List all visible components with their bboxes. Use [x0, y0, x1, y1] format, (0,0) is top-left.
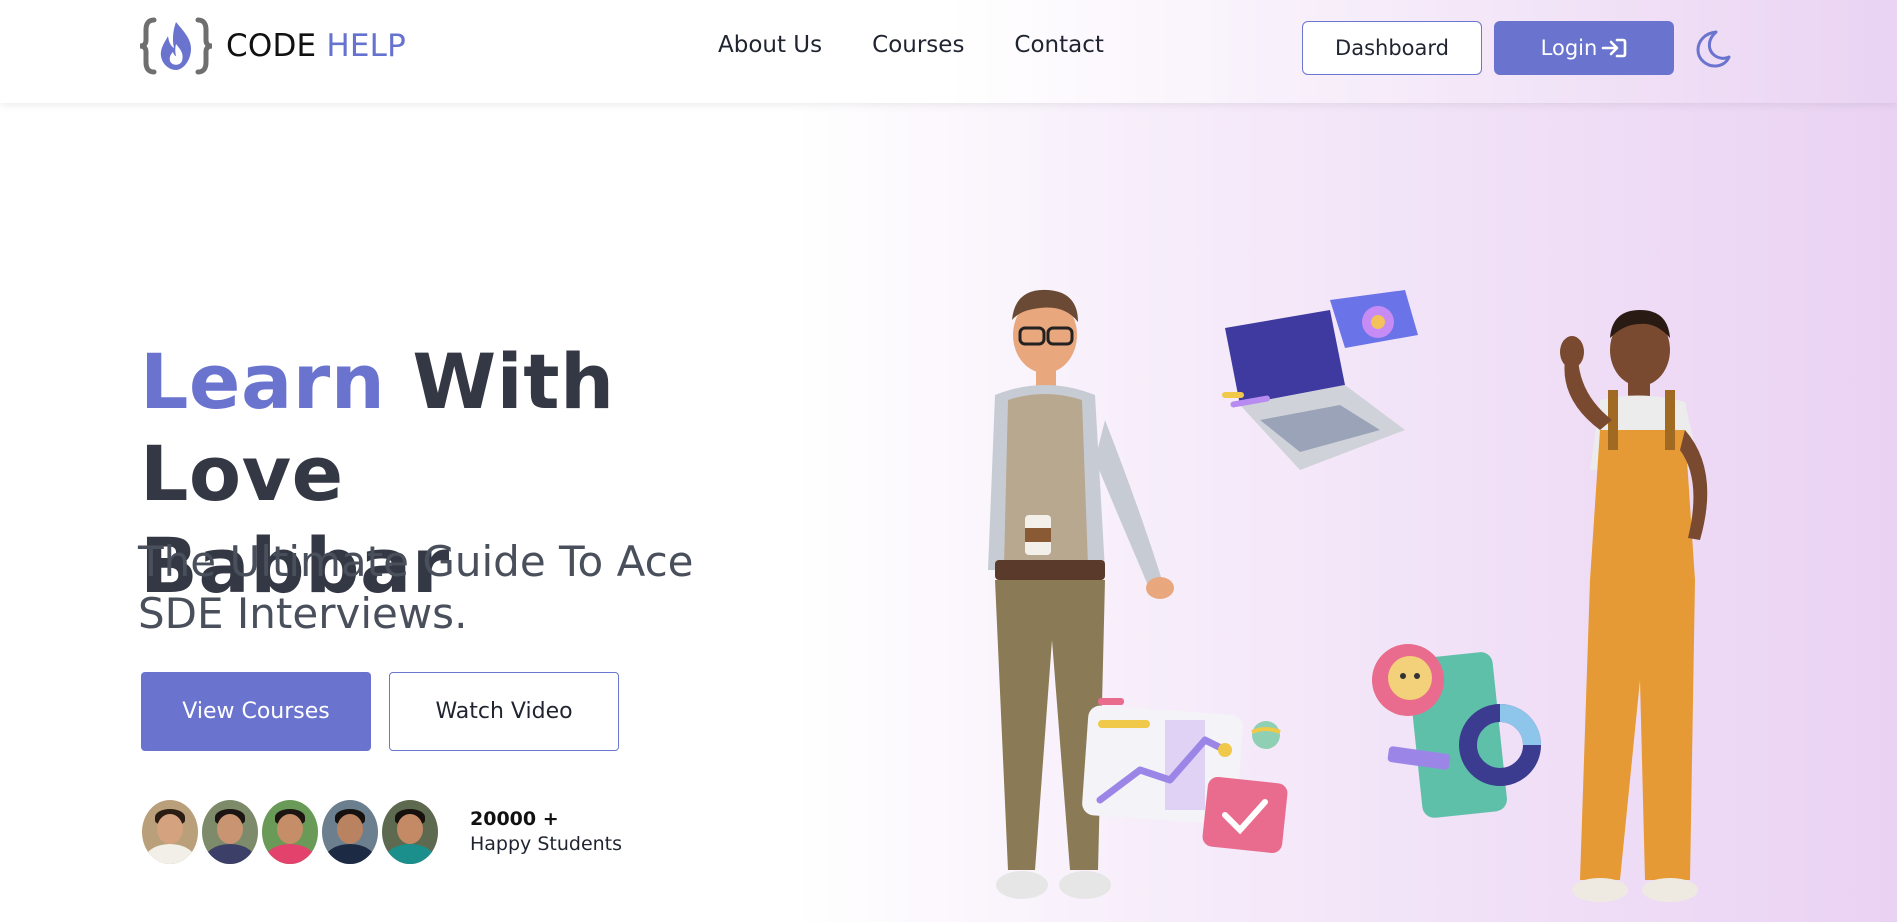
view-courses-button[interactable]: View Courses: [141, 672, 371, 751]
brand-name: CODE HELP: [226, 28, 406, 64]
avatar: [200, 798, 260, 866]
avatar: [260, 798, 320, 866]
dashboard-button[interactable]: Dashboard: [1302, 21, 1482, 75]
dashboard-button-label: Dashboard: [1335, 36, 1449, 60]
login-arrow-icon: [1602, 38, 1627, 58]
avatar: [380, 798, 440, 866]
site-header: CODE HELP About Us Courses Contact Dashb…: [0, 0, 1897, 103]
brand-logo[interactable]: CODE HELP: [140, 14, 406, 78]
moon-icon[interactable]: [1692, 28, 1732, 68]
login-button[interactable]: Login: [1494, 21, 1674, 75]
chart-card-icon: [1082, 698, 1288, 853]
nav-about-us[interactable]: About Us: [718, 32, 822, 58]
brand-name-part2: HELP: [326, 28, 407, 64]
watch-video-button[interactable]: Watch Video: [389, 672, 619, 751]
avatar: [140, 798, 200, 866]
nav-courses[interactable]: Courses: [872, 32, 964, 58]
flame-braces-icon: [140, 17, 212, 75]
hero-subtitle: The Ultimate Guide To Ace SDE Interviews…: [138, 537, 694, 638]
nav-contact[interactable]: Contact: [1014, 32, 1103, 58]
watch-video-label: Watch Video: [435, 699, 573, 724]
hero-illustration: [988, 289, 1708, 902]
avatar: [320, 798, 380, 866]
student-avatars: [140, 798, 440, 866]
hero-title-accent: Learn: [140, 337, 386, 426]
login-button-label: Login: [1540, 36, 1598, 60]
brand-name-part1: CODE: [226, 28, 317, 64]
students-count: 20000 +: [470, 808, 559, 830]
laptop-icon: [1222, 290, 1418, 470]
phone-stats-icon: [1372, 644, 1541, 818]
students-label: Happy Students: [470, 833, 623, 855]
woman-illustration: [1560, 310, 1708, 902]
view-courses-label: View Courses: [182, 699, 330, 724]
main-nav: About Us Courses Contact: [718, 32, 1104, 58]
